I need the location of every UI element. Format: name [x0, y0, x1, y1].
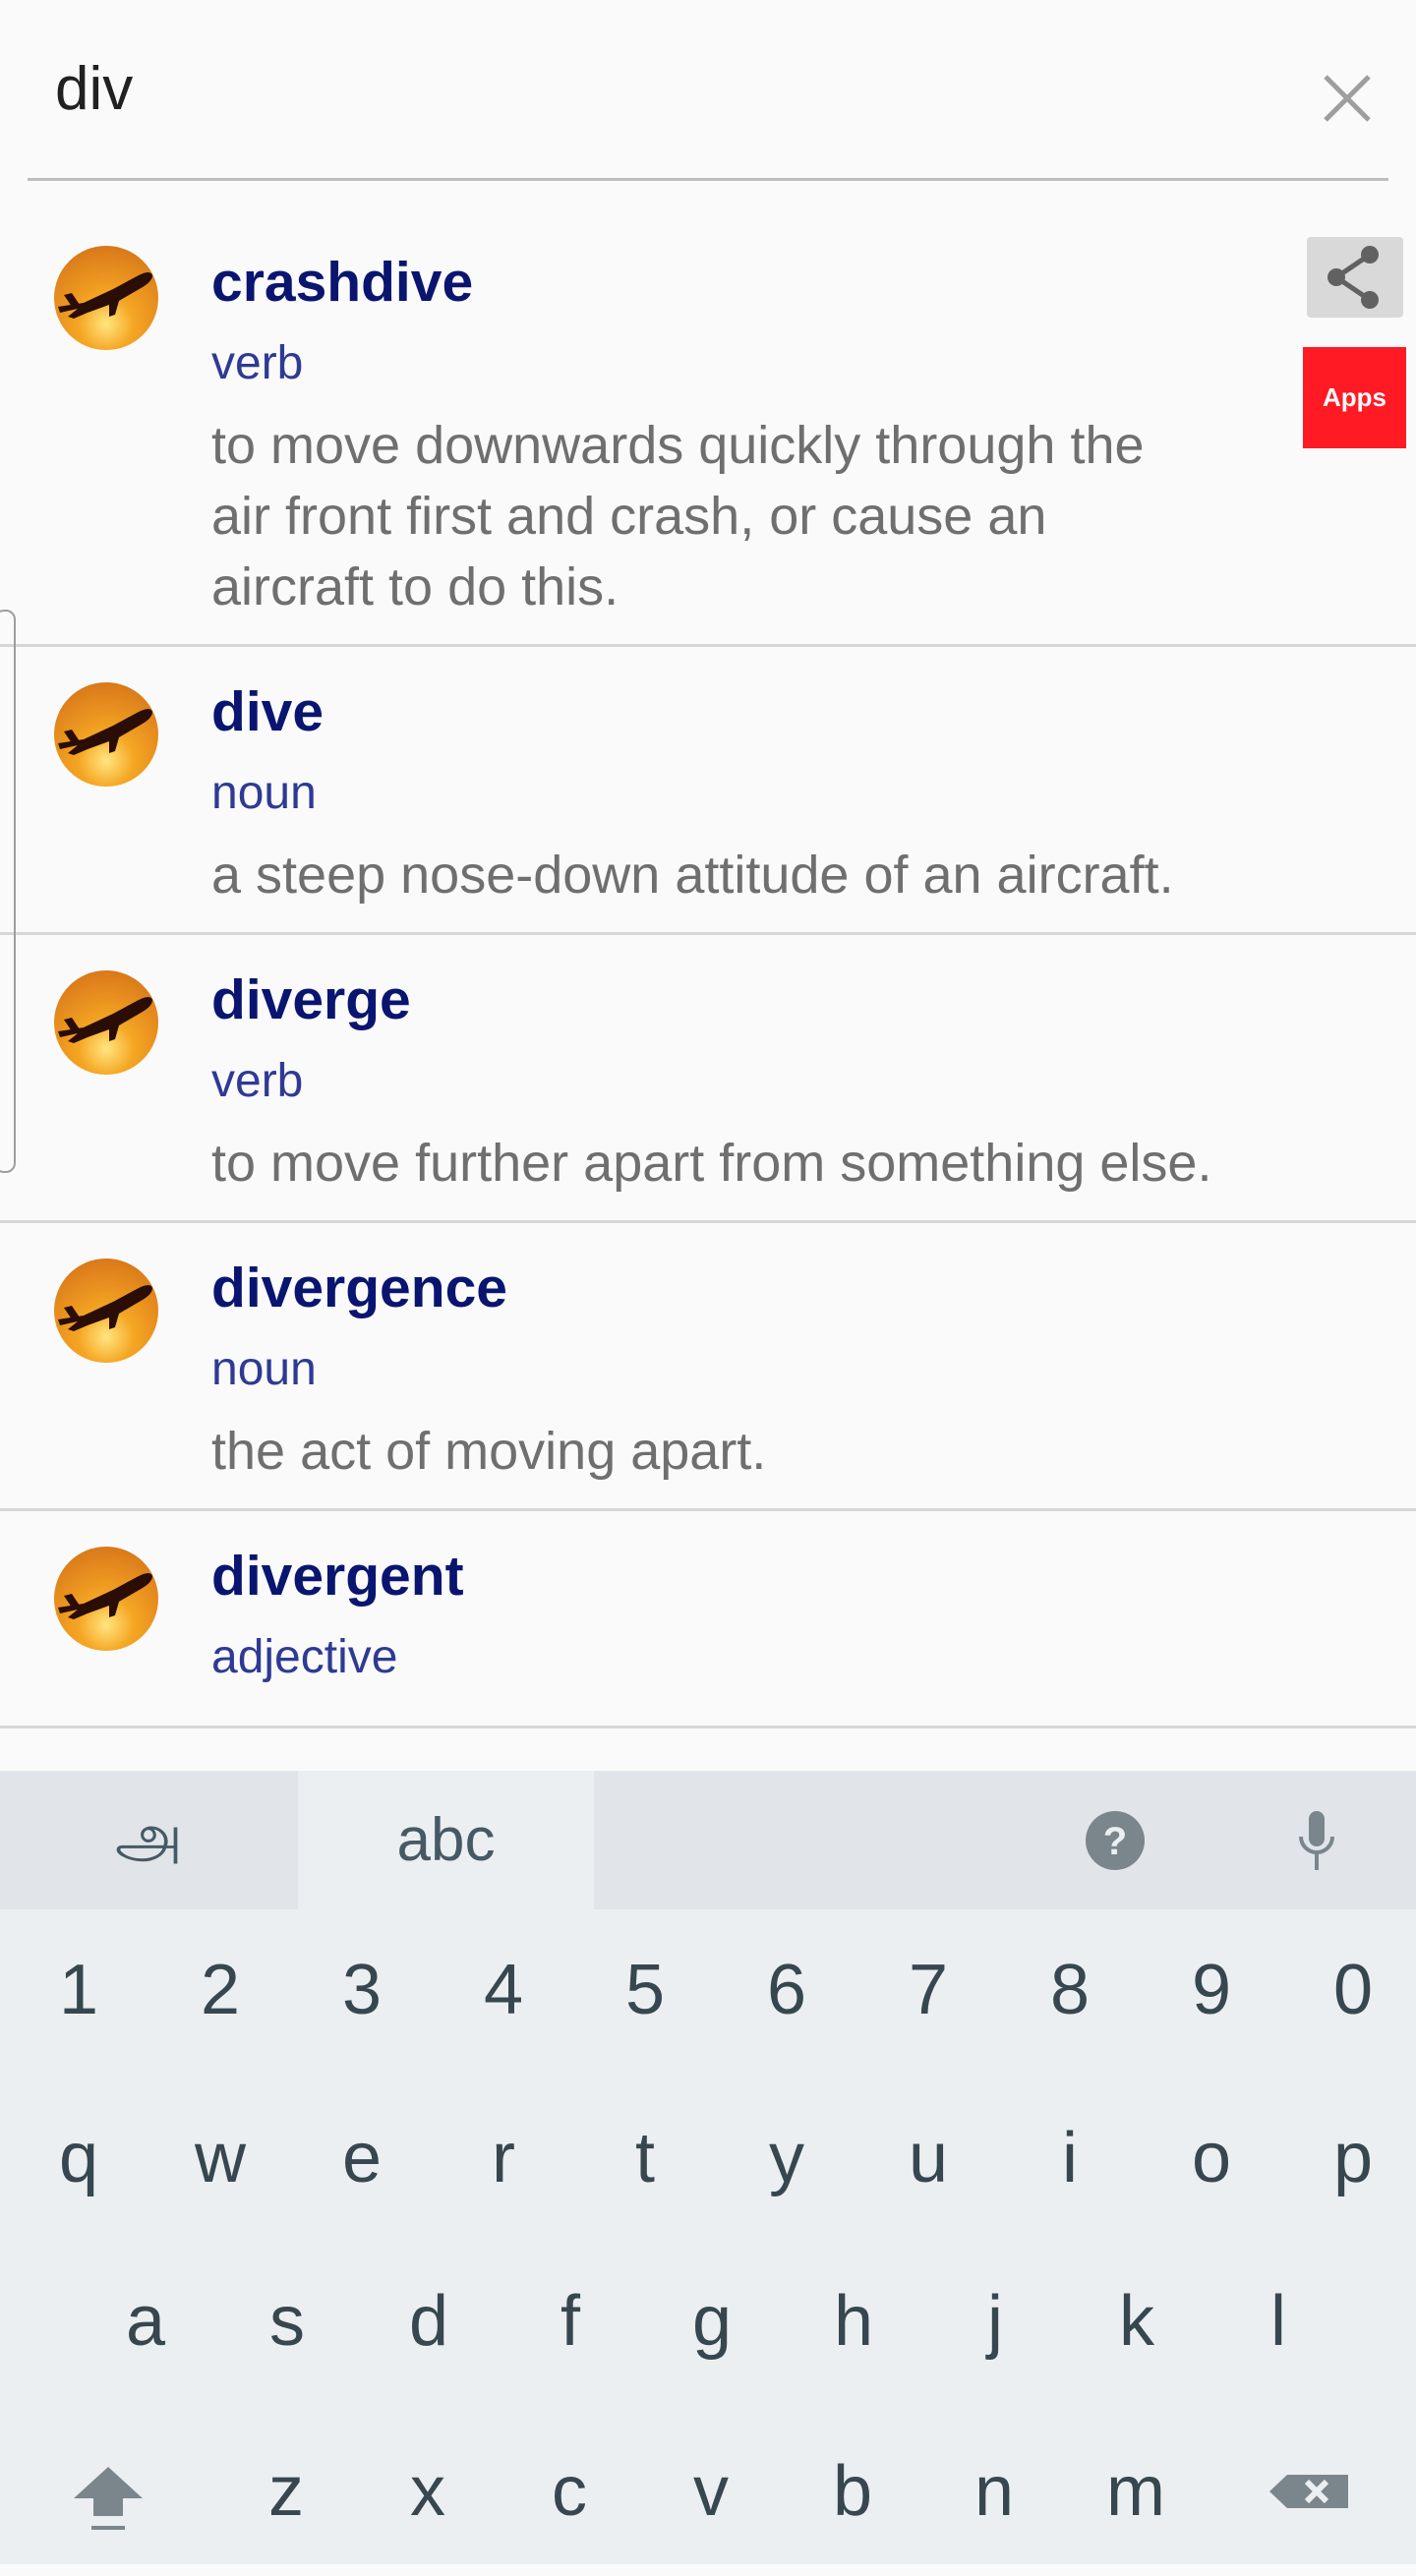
key-2[interactable]: 2	[149, 1936, 291, 2044]
key-f[interactable]: f	[500, 2267, 641, 2375]
qwerty-row: qwertyuiop	[8, 2104, 1416, 2212]
key-0[interactable]: 0	[1282, 1936, 1416, 2044]
airplane-icon	[54, 682, 158, 787]
key-u[interactable]: u	[857, 2104, 999, 2212]
backspace-icon[interactable]	[1207, 2437, 1413, 2576]
result-word: divergence	[211, 1257, 507, 1319]
abc-label: abc	[396, 1806, 496, 1874]
result-part-of-speech: verb	[211, 337, 304, 389]
key-s[interactable]: s	[216, 2267, 358, 2375]
search-input[interactable]	[55, 54, 1235, 124]
result-word: dive	[211, 680, 324, 743]
keyboard: அ abc ? 1234567890 qwertyuiop asdfghjkl …	[0, 1771, 1416, 2564]
key-j[interactable]: j	[924, 2267, 1066, 2375]
help-icon[interactable]: ?	[1076, 1771, 1154, 1909]
number-row: 1234567890	[8, 1936, 1416, 2044]
result-item[interactable]: crashdive verb to move downwards quickly…	[0, 181, 1416, 647]
result-item[interactable]: dive noun a steep nose-down attitude of …	[0, 647, 1416, 935]
microphone-icon[interactable]	[1277, 1771, 1356, 1909]
key-y[interactable]: y	[716, 2104, 857, 2212]
key-t[interactable]: t	[574, 2104, 716, 2212]
result-part-of-speech: noun	[211, 767, 317, 819]
key-o[interactable]: o	[1141, 2104, 1282, 2212]
abc-layout-tab[interactable]: abc	[298, 1771, 594, 1909]
result-definition: the act of moving apart.	[211, 1422, 767, 1481]
airplane-icon	[54, 1259, 158, 1363]
airplane-icon	[54, 1547, 158, 1651]
key-e[interactable]: e	[291, 2104, 433, 2212]
key-3[interactable]: 3	[291, 1936, 433, 2044]
shift-icon[interactable]	[0, 2437, 215, 2576]
svg-text:?: ?	[1103, 1820, 1127, 1863]
key-r[interactable]: r	[433, 2104, 574, 2212]
result-item[interactable]: diverge verb to move further apart from …	[0, 935, 1416, 1223]
key-g[interactable]: g	[641, 2267, 783, 2375]
share-button[interactable]	[1307, 237, 1403, 318]
key-i[interactable]: i	[999, 2104, 1141, 2212]
key-5[interactable]: 5	[574, 1936, 716, 2044]
key-l[interactable]: l	[1208, 2267, 1349, 2375]
key-n[interactable]: n	[923, 2437, 1065, 2576]
apps-label: Apps	[1323, 382, 1386, 412]
key-x[interactable]: x	[357, 2437, 499, 2576]
key-d[interactable]: d	[358, 2267, 500, 2375]
tamil-label: அ	[115, 1801, 183, 1870]
keyboard-toolbar: அ abc ?	[0, 1771, 1416, 1909]
close-icon[interactable]	[1320, 71, 1375, 126]
result-definition: to move further apart from something els…	[211, 1134, 1212, 1193]
scroll-indicator	[0, 610, 16, 1173]
key-9[interactable]: 9	[1141, 1936, 1282, 2044]
result-definition: to move downwards quickly through the ai…	[211, 416, 1145, 616]
search-bar	[28, 0, 1388, 181]
key-q[interactable]: q	[8, 2104, 149, 2212]
result-word: divergent	[211, 1545, 464, 1608]
airplane-icon	[54, 246, 158, 350]
tamil-layout-tab[interactable]: அ	[0, 1771, 298, 1909]
result-part-of-speech: noun	[211, 1343, 317, 1395]
key-z[interactable]: z	[215, 2437, 357, 2576]
key-c[interactable]: c	[499, 2437, 640, 2576]
key-6[interactable]: 6	[716, 1936, 857, 2044]
result-part-of-speech: verb	[211, 1055, 304, 1107]
result-part-of-speech: adjective	[211, 1631, 398, 1683]
key-w[interactable]: w	[149, 2104, 291, 2212]
key-p[interactable]: p	[1282, 2104, 1416, 2212]
result-item[interactable]: divergence noun the act of moving apart.	[0, 1223, 1416, 1511]
key-4[interactable]: 4	[433, 1936, 574, 2044]
key-1[interactable]: 1	[8, 1936, 149, 2044]
key-k[interactable]: k	[1066, 2267, 1208, 2375]
result-definition: a steep nose-down attitude of an aircraf…	[211, 846, 1174, 905]
result-word: crashdive	[211, 251, 474, 314]
result-word: diverge	[211, 968, 411, 1031]
apps-button[interactable]: Apps	[1303, 347, 1406, 448]
key-m[interactable]: m	[1065, 2437, 1207, 2576]
zxcv-row: zxcvbnm	[0, 2437, 1416, 2576]
result-item[interactable]: divergent adjective	[0, 1511, 1416, 1728]
airplane-icon	[54, 970, 158, 1075]
key-h[interactable]: h	[783, 2267, 924, 2375]
key-8[interactable]: 8	[999, 1936, 1141, 2044]
share-icon	[1328, 246, 1379, 309]
results-list[interactable]: crashdive verb to move downwards quickly…	[0, 181, 1416, 1728]
key-7[interactable]: 7	[857, 1936, 999, 2044]
asdf-row: asdfghjkl	[75, 2267, 1416, 2375]
key-a[interactable]: a	[75, 2267, 216, 2375]
key-v[interactable]: v	[640, 2437, 782, 2576]
key-b[interactable]: b	[782, 2437, 923, 2576]
